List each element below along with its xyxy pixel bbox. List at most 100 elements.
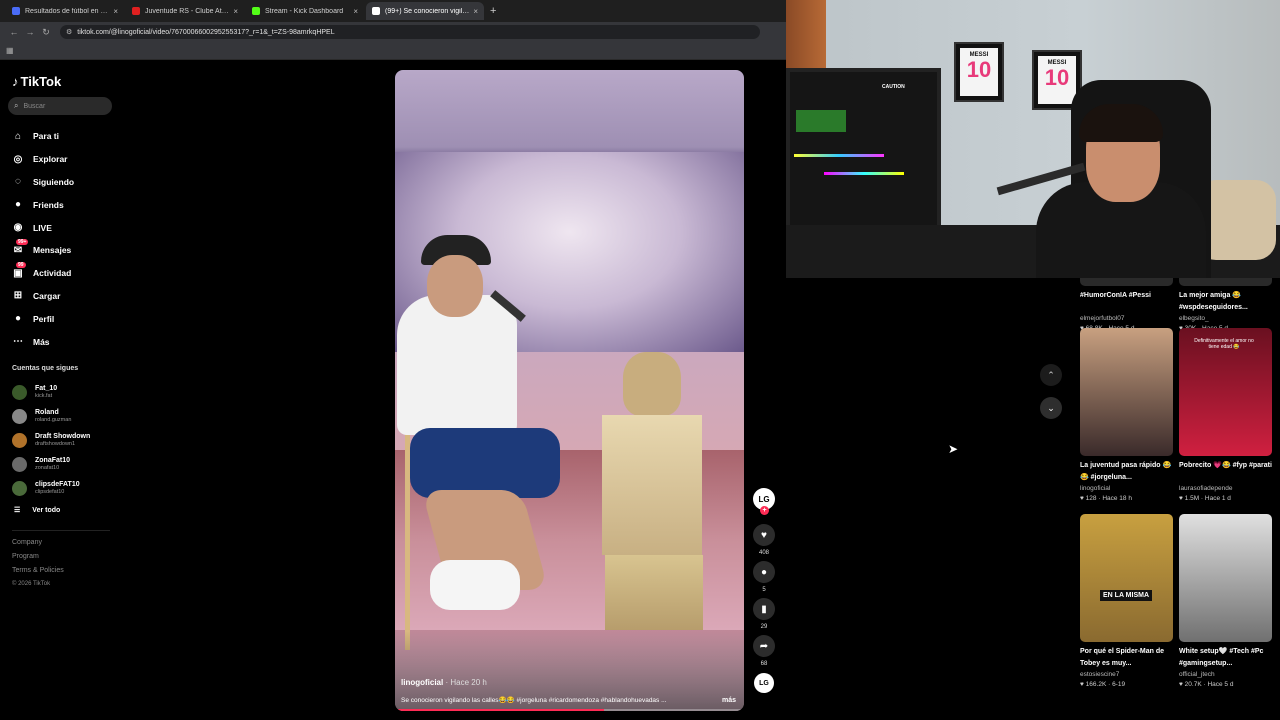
avatar[interactable] bbox=[12, 456, 27, 472]
tiktok-note-icon: ♪ bbox=[12, 74, 19, 89]
followed-account[interactable]: ZonaFat10 zonafat10 bbox=[12, 452, 90, 476]
video-author[interactable]: linogoficial · Hace 20 h bbox=[401, 678, 487, 687]
avatar[interactable] bbox=[12, 432, 27, 448]
avatar[interactable] bbox=[12, 408, 27, 424]
rec-title[interactable]: La mejor amiga 😂 #wspdeseguidores... bbox=[1179, 290, 1272, 314]
share-action[interactable]: ➦ 68 bbox=[751, 635, 777, 669]
avatar[interactable] bbox=[12, 480, 27, 496]
footer-link-terms[interactable]: Terms & Policies bbox=[12, 567, 64, 581]
nav-item[interactable]: ◎ Explorar bbox=[11, 148, 74, 171]
webcam-overlay: MESSI 10 MESSI 10 CAUTION bbox=[786, 0, 1280, 278]
video-thumbnail[interactable]: Definitivamente el amor no tiene edad 😂 bbox=[1179, 328, 1272, 456]
recommended-video[interactable]: EN LA MISMA Por qué el Spider-Man de Tobe… bbox=[1080, 514, 1173, 690]
rec-author[interactable]: official_jtech bbox=[1179, 670, 1272, 680]
video-progress[interactable] bbox=[395, 709, 744, 711]
site-info-icon[interactable]: ⚙ bbox=[66, 28, 72, 36]
frame-right-number: 10 bbox=[1044, 65, 1070, 90]
back-icon[interactable]: ← bbox=[6, 27, 22, 37]
recommended-video[interactable]: #HumorConIA #Pessielmejorfutbol07♥ 68.8K… bbox=[1080, 278, 1173, 334]
video-thumbnail[interactable] bbox=[1179, 514, 1272, 642]
like-action[interactable]: ♥ 408 bbox=[751, 524, 777, 558]
following-icon: ◌ bbox=[15, 176, 21, 188]
rec-title[interactable]: Por qué el Spider-Man de Tobey es muy... bbox=[1080, 646, 1173, 670]
rec-author[interactable]: linogoficial bbox=[1080, 484, 1173, 494]
share-count: 68 bbox=[760, 661, 768, 667]
followed-account[interactable]: clipsdeFAT10 clipsdefat10 bbox=[12, 476, 90, 500]
video-actions: LG + ♥ 408 ● 5 ▮ 29 ➦ 68 LG bbox=[751, 488, 777, 693]
close-icon[interactable]: × bbox=[473, 7, 478, 16]
footer-link-company[interactable]: Company bbox=[12, 539, 64, 553]
browser-tab[interactable]: Resultados de fútbol en directo × bbox=[6, 2, 124, 20]
rec-author[interactable]: laurasofiadepende bbox=[1179, 484, 1272, 494]
nav-item[interactable]: ● Perfil bbox=[11, 307, 74, 330]
nav-item[interactable]: ◌ Siguiendo bbox=[11, 171, 74, 194]
comment-icon[interactable]: ● bbox=[753, 561, 775, 583]
rec-author[interactable]: estosiescine7 bbox=[1080, 670, 1173, 680]
heart-icon[interactable]: ♥ bbox=[753, 524, 775, 546]
close-icon[interactable]: × bbox=[233, 7, 238, 16]
forward-icon[interactable]: → bbox=[22, 27, 38, 37]
see-all-button[interactable]: ☰ Ver todo bbox=[14, 506, 60, 515]
browser-tab[interactable]: Stream - Kick Dashboard × bbox=[246, 2, 364, 20]
reload-icon[interactable]: ↻ bbox=[38, 27, 54, 38]
close-icon[interactable]: × bbox=[353, 7, 358, 16]
followed-account[interactable]: Draft Showdown draftshowdown1 bbox=[12, 428, 90, 452]
close-icon[interactable]: × bbox=[113, 7, 118, 16]
nav-item[interactable]: ✉ 99+ Mensajes bbox=[11, 239, 74, 262]
recommended-video[interactable]: La mejor amiga 😂 #wspdeseguidores... elbe… bbox=[1179, 278, 1272, 334]
music-disc-avatar[interactable]: LG bbox=[754, 673, 774, 693]
recommended-video[interactable]: Definitivamente el amor no tiene edad 😂 P… bbox=[1179, 328, 1272, 504]
followed-account[interactable]: Fat_10 kick.fat bbox=[12, 380, 90, 404]
video-thumbnail[interactable]: EN LA MISMA bbox=[1080, 514, 1173, 642]
rec-title[interactable]: #HumorConIA #Pessi bbox=[1080, 290, 1173, 314]
new-tab-button[interactable]: + bbox=[490, 5, 496, 17]
nav-item-label: Mensajes bbox=[33, 245, 72, 256]
follow-plus-button[interactable]: + bbox=[760, 506, 769, 515]
chevron-up-icon[interactable]: ⌃ bbox=[1040, 364, 1062, 386]
followed-account[interactable]: Roland roland.guzman bbox=[12, 404, 90, 428]
nav-item[interactable]: ● Friends bbox=[11, 193, 74, 216]
logo-text: TikTok bbox=[20, 74, 62, 89]
following-header: Cuentas que sigues bbox=[12, 365, 79, 372]
url-field[interactable]: ⚙ tiktok.com/@linogoficial/video/7670006… bbox=[60, 25, 760, 39]
video-thumbnail[interactable] bbox=[1179, 278, 1272, 286]
video-author-name[interactable]: linogoficial bbox=[401, 678, 443, 687]
nav-item[interactable]: ⋯ Más bbox=[11, 330, 74, 353]
nav-item-label: Explorar bbox=[33, 154, 68, 165]
browser-tab[interactable]: Juventude RS - Clube Atletico M...× bbox=[126, 2, 244, 20]
footer-link-program[interactable]: Program bbox=[12, 553, 64, 567]
tiktok-logo[interactable]: ♪ TikTok bbox=[12, 74, 61, 89]
comment-action[interactable]: ● 5 bbox=[751, 561, 777, 595]
browser-tab[interactable]: (99+) Se conocieron vigilan... × bbox=[366, 2, 484, 20]
copyright: © 2026 TikTok bbox=[12, 581, 51, 587]
profile-icon: ● bbox=[14, 313, 22, 325]
rec-title[interactable]: Pobrecito 💗😂 #fyp #parati bbox=[1179, 460, 1272, 484]
nav-item-label: LIVE bbox=[33, 222, 52, 233]
rec-author[interactable]: elbegsito_ bbox=[1179, 314, 1272, 324]
recommended-video[interactable]: White setup🤍 #Tech #Pc #gamingsetup... of… bbox=[1179, 514, 1272, 690]
apps-grid-icon[interactable]: ▦ bbox=[6, 46, 14, 55]
rec-title[interactable]: White setup🤍 #Tech #Pc #gamingsetup... bbox=[1179, 646, 1272, 670]
nav-item[interactable]: ⌂ Para ti bbox=[11, 125, 74, 148]
rec-title[interactable]: La juventud pasa rápido 😂😂 #jorgeluna... bbox=[1080, 460, 1173, 484]
video-thumbnail[interactable] bbox=[1080, 328, 1173, 456]
bookmark-icon[interactable]: ▮ bbox=[753, 598, 775, 620]
recommended-video[interactable]: La juventud pasa rápido 😂😂 #jorgeluna...… bbox=[1080, 328, 1173, 504]
nav-item[interactable]: ▣ 99 Actividad bbox=[11, 262, 74, 285]
rgb-strip bbox=[794, 154, 884, 157]
tab-title: (99+) Se conocieron vigilan... bbox=[385, 7, 470, 15]
creator-avatar[interactable]: LG + bbox=[753, 488, 775, 515]
nav-item[interactable]: ⊞ Cargar bbox=[11, 285, 74, 308]
save-action[interactable]: ▮ 29 bbox=[751, 598, 777, 632]
video-thumbnail[interactable] bbox=[1080, 278, 1173, 286]
address-bar-row: ← → ↻ ⚙ tiktok.com/@linogoficial/video/7… bbox=[0, 22, 786, 42]
more-button[interactable]: más bbox=[722, 697, 736, 704]
avatar[interactable] bbox=[12, 384, 27, 400]
search-input[interactable]: ⌕ Buscar bbox=[8, 97, 112, 115]
nav-item[interactable]: ◉ LIVE bbox=[11, 216, 74, 239]
video-player[interactable]: linogoficial · Hace 20 h Se conocieron v… bbox=[395, 70, 744, 711]
rec-meta: ♥ 128 · Hace 18 h bbox=[1080, 495, 1132, 502]
share-icon[interactable]: ➦ bbox=[753, 635, 775, 657]
chevron-down-icon[interactable]: ⌄ bbox=[1040, 397, 1062, 419]
rec-author[interactable]: elmejorfutbol07 bbox=[1080, 314, 1173, 324]
